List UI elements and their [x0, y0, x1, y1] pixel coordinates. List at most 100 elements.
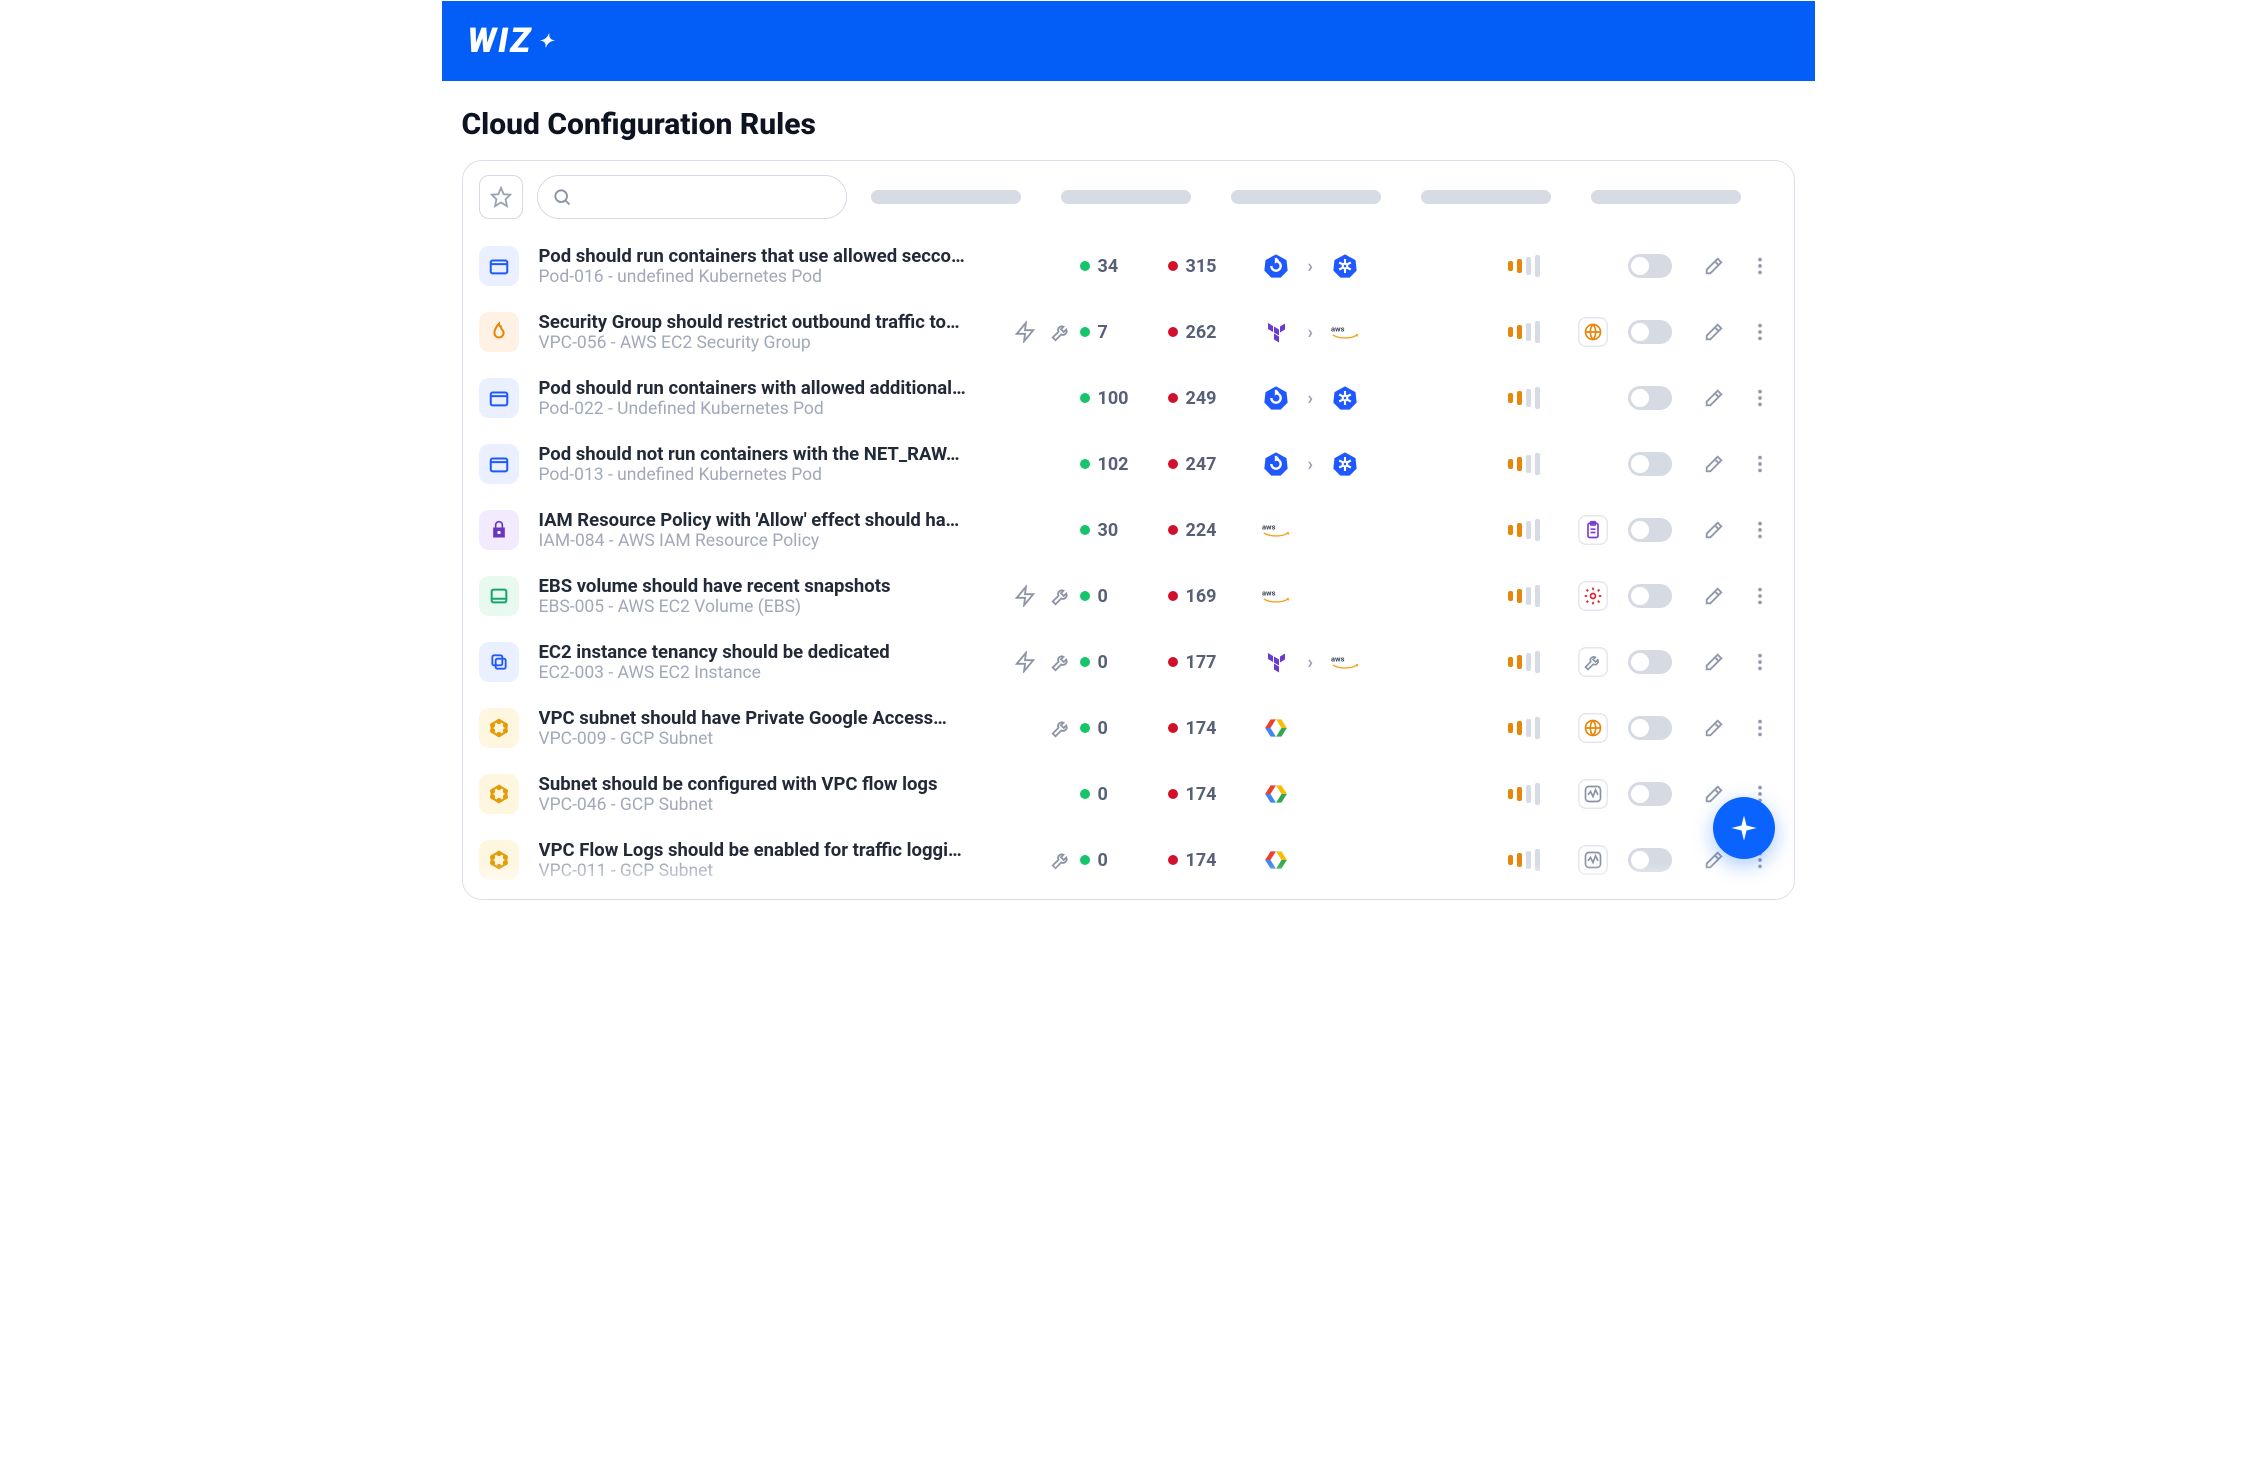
assistant-fab[interactable] — [1713, 797, 1775, 859]
zap-icon — [1012, 517, 1038, 543]
search-input[interactable] — [572, 187, 832, 208]
pass-value: 30 — [1098, 520, 1119, 541]
more-button[interactable] — [1740, 585, 1780, 607]
fail-dot-icon — [1168, 789, 1178, 799]
more-button[interactable] — [1740, 387, 1780, 409]
severity-indicator — [1508, 849, 1572, 871]
pass-dot-icon — [1080, 261, 1090, 271]
fail-value: 224 — [1186, 520, 1217, 541]
search-input-wrapper[interactable] — [537, 175, 847, 219]
fail-count: 262 — [1168, 322, 1256, 343]
fail-dot-icon — [1168, 459, 1178, 469]
rule-subtitle: IAM-084 - AWS IAM Resource Policy — [539, 531, 968, 551]
table-row[interactable]: Subnet should be configured with VPC flo… — [471, 761, 1786, 827]
rule-subtitle: Pod-016 - undefined Kubernetes Pod — [539, 267, 968, 287]
table-row[interactable]: Pod should run containers with allowed a… — [471, 365, 1786, 431]
aws-icon: aws — [1331, 648, 1359, 676]
kube-restart-icon — [1262, 384, 1290, 412]
app-header: WIZ ✦ — [442, 1, 1815, 81]
enable-toggle[interactable] — [1628, 254, 1672, 278]
edit-button[interactable] — [1694, 255, 1734, 277]
fail-count: 247 — [1168, 454, 1256, 475]
more-button[interactable] — [1740, 321, 1780, 343]
fail-count: 315 — [1168, 256, 1256, 277]
table-row[interactable]: Pod should run containers that use allow… — [471, 233, 1786, 299]
fail-dot-icon — [1168, 855, 1178, 865]
fail-count: 174 — [1168, 784, 1256, 805]
wrench-icon — [1048, 715, 1074, 741]
category-chip — [1578, 383, 1608, 413]
table-row[interactable]: VPC Flow Logs should be enabled for traf… — [471, 827, 1786, 893]
pass-value: 0 — [1098, 784, 1108, 805]
enable-toggle[interactable] — [1628, 584, 1672, 608]
table-row[interactable]: IAM Resource Policy with 'Allow' effect … — [471, 497, 1786, 563]
enable-toggle[interactable] — [1628, 848, 1672, 872]
rule-title-block: VPC Flow Logs should be enabled for traf… — [539, 839, 978, 881]
enable-toggle[interactable] — [1628, 452, 1672, 476]
edit-button[interactable] — [1694, 387, 1734, 409]
quick-action-icons — [984, 715, 1074, 741]
kube-icon — [1331, 384, 1359, 412]
quick-action-icons — [984, 517, 1074, 543]
enable-toggle[interactable] — [1628, 386, 1672, 410]
edit-button[interactable] — [1694, 717, 1734, 739]
kube-restart-icon — [1262, 450, 1290, 478]
pass-value: 0 — [1098, 652, 1108, 673]
aws-icon: aws — [1262, 516, 1290, 544]
chevron-right-icon: › — [1308, 652, 1313, 673]
brand-text: WIZ — [468, 21, 533, 61]
rules-toolbar — [471, 175, 1786, 233]
severity-indicator — [1508, 321, 1572, 343]
gcp-icon — [1262, 846, 1290, 874]
edit-button[interactable] — [1694, 519, 1734, 541]
pass-dot-icon — [1080, 657, 1090, 667]
gcp-icon — [1262, 714, 1290, 742]
more-button[interactable] — [1740, 717, 1780, 739]
favorite-filter-button[interactable] — [479, 175, 523, 219]
fail-dot-icon — [1168, 591, 1178, 601]
svg-text:aws: aws — [1331, 324, 1345, 333]
enable-toggle[interactable] — [1628, 716, 1672, 740]
rule-title: IAM Resource Policy with 'Allow' effect … — [539, 509, 968, 531]
pass-value: 7 — [1098, 322, 1108, 343]
column-placeholder — [1231, 190, 1381, 204]
more-button[interactable] — [1740, 519, 1780, 541]
table-row[interactable]: VPC subnet should have Private Google Ac… — [471, 695, 1786, 761]
iam-icon — [479, 510, 519, 550]
sparkle-icon: ✦ — [538, 31, 555, 52]
net-icon — [479, 840, 519, 880]
wrench-icon — [1048, 319, 1074, 345]
enable-toggle[interactable] — [1628, 320, 1672, 344]
quick-action-icons — [984, 847, 1074, 873]
edit-button[interactable] — [1694, 651, 1734, 673]
enable-toggle[interactable] — [1628, 518, 1672, 542]
rule-title-block: Pod should not run containers with the N… — [539, 443, 978, 485]
edit-button[interactable] — [1694, 453, 1734, 475]
providers-cell: aws — [1262, 582, 1502, 610]
more-button[interactable] — [1740, 453, 1780, 475]
chevron-right-icon: › — [1308, 388, 1313, 409]
table-row[interactable]: Security Group should restrict outbound … — [471, 299, 1786, 365]
fail-count: 174 — [1168, 850, 1256, 871]
table-row[interactable]: EBS volume should have recent snapshotsE… — [471, 563, 1786, 629]
fail-value: 247 — [1186, 454, 1217, 475]
table-row[interactable]: EC2 instance tenancy should be dedicated… — [471, 629, 1786, 695]
edit-button[interactable] — [1694, 321, 1734, 343]
column-placeholder — [1421, 190, 1551, 204]
rule-subtitle: EBS-005 - AWS EC2 Volume (EBS) — [539, 597, 968, 617]
table-row[interactable]: Pod should not run containers with the N… — [471, 431, 1786, 497]
pass-count: 0 — [1080, 718, 1162, 739]
fail-value: 262 — [1186, 322, 1217, 343]
fail-value: 174 — [1186, 718, 1217, 739]
enable-toggle[interactable] — [1628, 782, 1672, 806]
more-button[interactable] — [1740, 255, 1780, 277]
wrench-icon — [1048, 781, 1074, 807]
enable-toggle[interactable] — [1628, 650, 1672, 674]
rule-subtitle: VPC-011 - GCP Subnet — [539, 861, 968, 881]
edit-button[interactable] — [1694, 585, 1734, 607]
quick-action-icons — [984, 583, 1074, 609]
fail-count: 174 — [1168, 718, 1256, 739]
quick-action-icons — [984, 451, 1074, 477]
pass-value: 34 — [1098, 256, 1119, 277]
more-button[interactable] — [1740, 651, 1780, 673]
